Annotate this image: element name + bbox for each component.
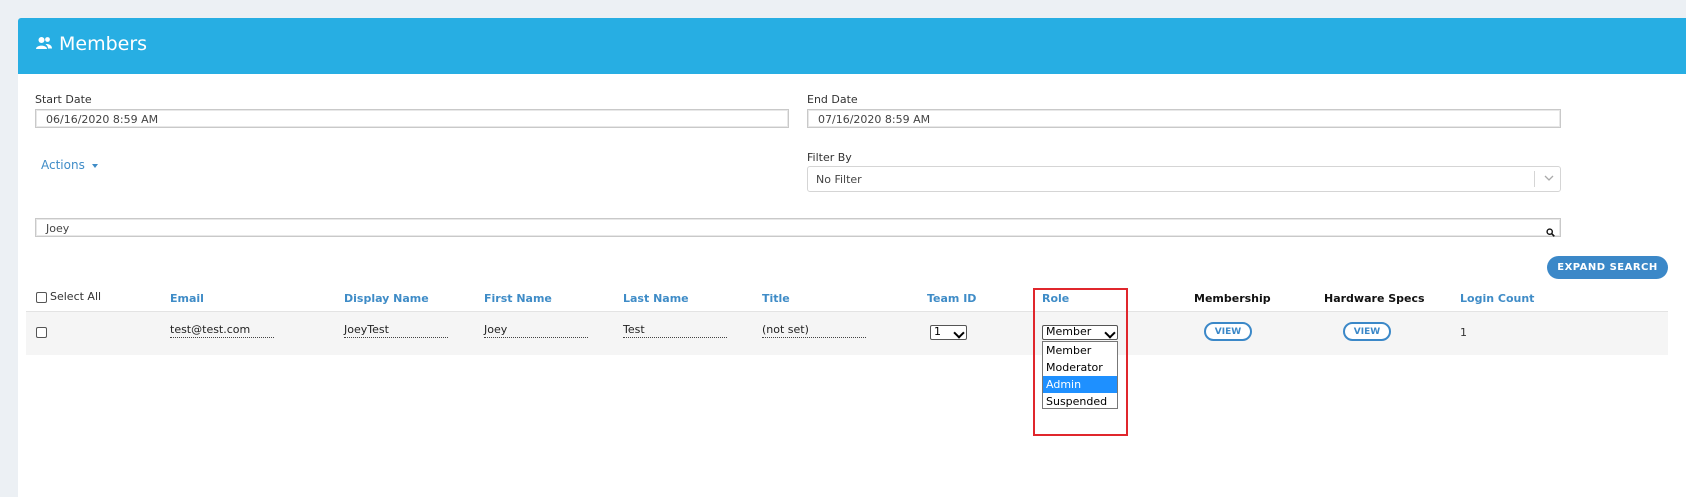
membership-view-button[interactable]: VIEW [1204, 322, 1252, 341]
start-date-input[interactable]: 06/16/2020 8:59 AM [35, 109, 789, 128]
filter-by-value: No Filter [816, 173, 862, 186]
chevron-down-icon [953, 327, 965, 339]
page-title-text: Members [59, 33, 148, 55]
search-input[interactable]: Joey [35, 218, 1561, 237]
column-header-display-name[interactable]: Display Name [344, 292, 429, 305]
filter-by-label: Filter By [807, 151, 852, 164]
column-header-first-name[interactable]: First Name [484, 292, 552, 305]
column-header-email[interactable]: Email [170, 292, 204, 305]
panel-header: Members [18, 18, 1686, 74]
start-date-label: Start Date [35, 93, 92, 106]
hardware-specs-view-button[interactable]: VIEW [1343, 322, 1391, 341]
cell-login-count: 1 [1460, 326, 1467, 339]
team-id-select[interactable]: 1 [930, 325, 967, 340]
column-header-hardware-specs: Hardware Specs [1324, 292, 1425, 305]
cell-title[interactable]: (not set) [762, 323, 866, 338]
actions-dropdown[interactable]: Actions [41, 158, 98, 172]
select-all-label: Select All [50, 290, 102, 303]
select-all-checkbox[interactable] [36, 292, 47, 303]
cell-first-name[interactable]: Joey [484, 323, 588, 338]
end-date-input[interactable]: 07/16/2020 8:59 AM [807, 109, 1561, 128]
cell-last-name[interactable]: Test [623, 323, 727, 338]
expand-search-button[interactable]: EXPAND SEARCH [1547, 256, 1668, 279]
cell-email[interactable]: test@test.com [170, 323, 274, 338]
column-header-membership: Membership [1194, 292, 1271, 305]
row-checkbox[interactable] [36, 327, 47, 338]
highlight-box [1033, 288, 1128, 436]
column-header-title[interactable]: Title [762, 292, 790, 305]
page-title: Members [36, 33, 147, 55]
chevron-down-icon [1544, 173, 1554, 186]
column-header-last-name[interactable]: Last Name [623, 292, 689, 305]
caret-down-icon [91, 163, 98, 168]
column-header-login-count[interactable]: Login Count [1460, 292, 1534, 305]
search-icon[interactable] [1546, 222, 1555, 241]
cell-display-name[interactable]: JoeyTest [344, 323, 448, 338]
actions-label: Actions [41, 158, 85, 172]
select-separator [1534, 171, 1535, 187]
end-date-label: End Date [807, 93, 858, 106]
team-id-value: 1 [934, 325, 941, 338]
users-icon [36, 33, 52, 55]
filter-by-select[interactable]: No Filter [807, 166, 1561, 192]
members-panel: Members [18, 18, 1686, 497]
column-header-team-id[interactable]: Team ID [927, 292, 976, 305]
